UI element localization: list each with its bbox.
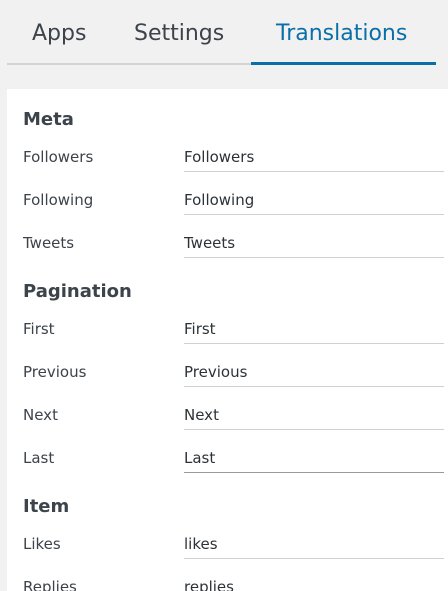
- active-tab-indicator: [251, 62, 436, 65]
- input-tweets[interactable]: [184, 228, 444, 258]
- tab-apps[interactable]: Apps: [32, 19, 86, 49]
- input-previous[interactable]: [184, 357, 444, 387]
- label-last: Last: [23, 449, 55, 467]
- translations-panel: Meta Followers Following Tweets Paginati…: [7, 89, 448, 591]
- section-title-pagination: Pagination: [23, 281, 132, 302]
- tab-settings[interactable]: Settings: [134, 19, 224, 49]
- input-next[interactable]: [184, 400, 444, 430]
- input-replies[interactable]: [184, 572, 444, 591]
- input-followers[interactable]: [184, 142, 444, 172]
- label-previous: Previous: [23, 363, 87, 381]
- input-following[interactable]: [184, 185, 444, 215]
- input-last[interactable]: [184, 443, 444, 473]
- tab-translations[interactable]: Translations: [276, 19, 407, 49]
- tab-bar: Apps Settings Translations: [0, 0, 448, 66]
- label-next: Next: [23, 406, 58, 424]
- input-likes[interactable]: [184, 529, 444, 559]
- label-tweets: Tweets: [23, 234, 75, 252]
- label-first: First: [23, 320, 55, 338]
- section-title-meta: Meta: [23, 109, 74, 130]
- label-replies: Replies: [23, 578, 77, 591]
- label-followers: Followers: [23, 148, 94, 166]
- label-following: Following: [23, 191, 94, 209]
- section-title-item: Item: [23, 496, 70, 517]
- input-first[interactable]: [184, 314, 444, 344]
- label-likes: Likes: [23, 535, 61, 553]
